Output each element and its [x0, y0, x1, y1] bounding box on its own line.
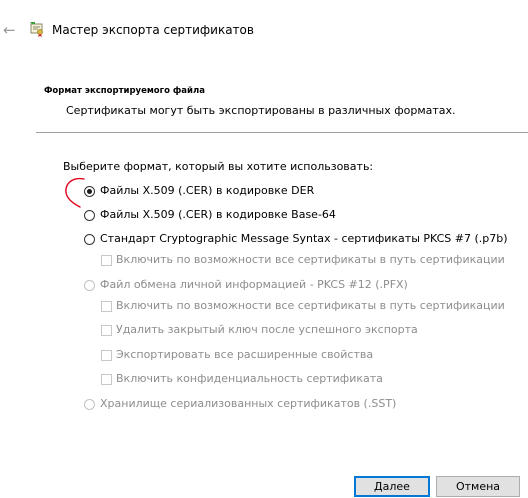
- radio-option-pkcs7[interactable]: Стандарт Cryptographic Message Syntax - …: [84, 232, 508, 248]
- checkbox[interactable]: [101, 374, 112, 385]
- radio-option-der[interactable]: Файлы X.509 (.CER) в кодировке DER: [84, 184, 404, 200]
- radio-option-pfx[interactable]: Файл обмена личной информацией - PKCS #1…: [84, 278, 408, 294]
- checkbox[interactable]: [101, 325, 112, 336]
- header-divider: [36, 132, 528, 133]
- certificate-wizard-icon: [29, 21, 45, 37]
- next-button[interactable]: Далее: [354, 476, 430, 497]
- checkbox-pfx-export-properties[interactable]: Экспортировать все расширенные свойства: [101, 348, 501, 364]
- radio-label: Файлы X.509 (.CER) в кодировке Base-64: [100, 208, 336, 221]
- red-annotation-mark: [65, 177, 85, 208]
- page-subtitle: Сертификаты могут быть экспортированы в …: [66, 104, 456, 117]
- checkbox-label: Включить по возможности все сертификаты …: [116, 253, 505, 266]
- checkbox-label: Удалить закрытый ключ после успешного эк…: [116, 323, 418, 336]
- checkbox[interactable]: [101, 301, 112, 312]
- title-bar: ← Мастер экспорта сертификатов: [0, 0, 528, 64]
- format-prompt: Выберите формат, который вы хотите испол…: [63, 160, 374, 173]
- checkbox-label: Включить по возможности все сертификаты …: [116, 299, 505, 312]
- checkbox-pfx-include-chain[interactable]: Включить по возможности все сертификаты …: [101, 299, 505, 315]
- back-arrow-icon[interactable]: ←: [3, 22, 17, 38]
- checkbox[interactable]: [101, 350, 112, 361]
- radio-label: Файлы X.509 (.CER) в кодировке DER: [100, 184, 315, 197]
- checkbox-pfx-delete-key[interactable]: Удалить закрытый ключ после успешного эк…: [101, 323, 501, 339]
- page-title: Формат экспортируемого файла: [44, 86, 205, 96]
- radio-option-base64[interactable]: Файлы X.509 (.CER) в кодировке Base-64: [84, 208, 404, 224]
- radio-option-sst[interactable]: Хранилище сериализованных сертификатов (…: [84, 397, 404, 413]
- checkbox-pfx-privacy[interactable]: Включить конфиденциальность сертификата: [101, 372, 501, 388]
- window-title: Мастер экспорта сертификатов: [52, 23, 254, 37]
- checkbox-label: Включить конфиденциальность сертификата: [116, 372, 383, 385]
- checkbox[interactable]: [101, 255, 112, 266]
- checkbox-p7b-include-chain[interactable]: Включить по возможности все сертификаты …: [101, 253, 505, 269]
- radio-button[interactable]: [84, 234, 95, 245]
- radio-label: Стандарт Cryptographic Message Syntax - …: [100, 232, 508, 245]
- radio-button[interactable]: [84, 399, 95, 410]
- checkbox-label: Экспортировать все расширенные свойства: [116, 348, 374, 361]
- radio-label: Хранилище сериализованных сертификатов (…: [100, 397, 397, 410]
- radio-button[interactable]: [84, 186, 95, 197]
- cancel-button[interactable]: Отмена: [436, 476, 520, 497]
- radio-label: Файл обмена личной информацией - PKCS #1…: [100, 278, 408, 291]
- radio-button[interactable]: [84, 280, 95, 291]
- radio-button[interactable]: [84, 210, 95, 221]
